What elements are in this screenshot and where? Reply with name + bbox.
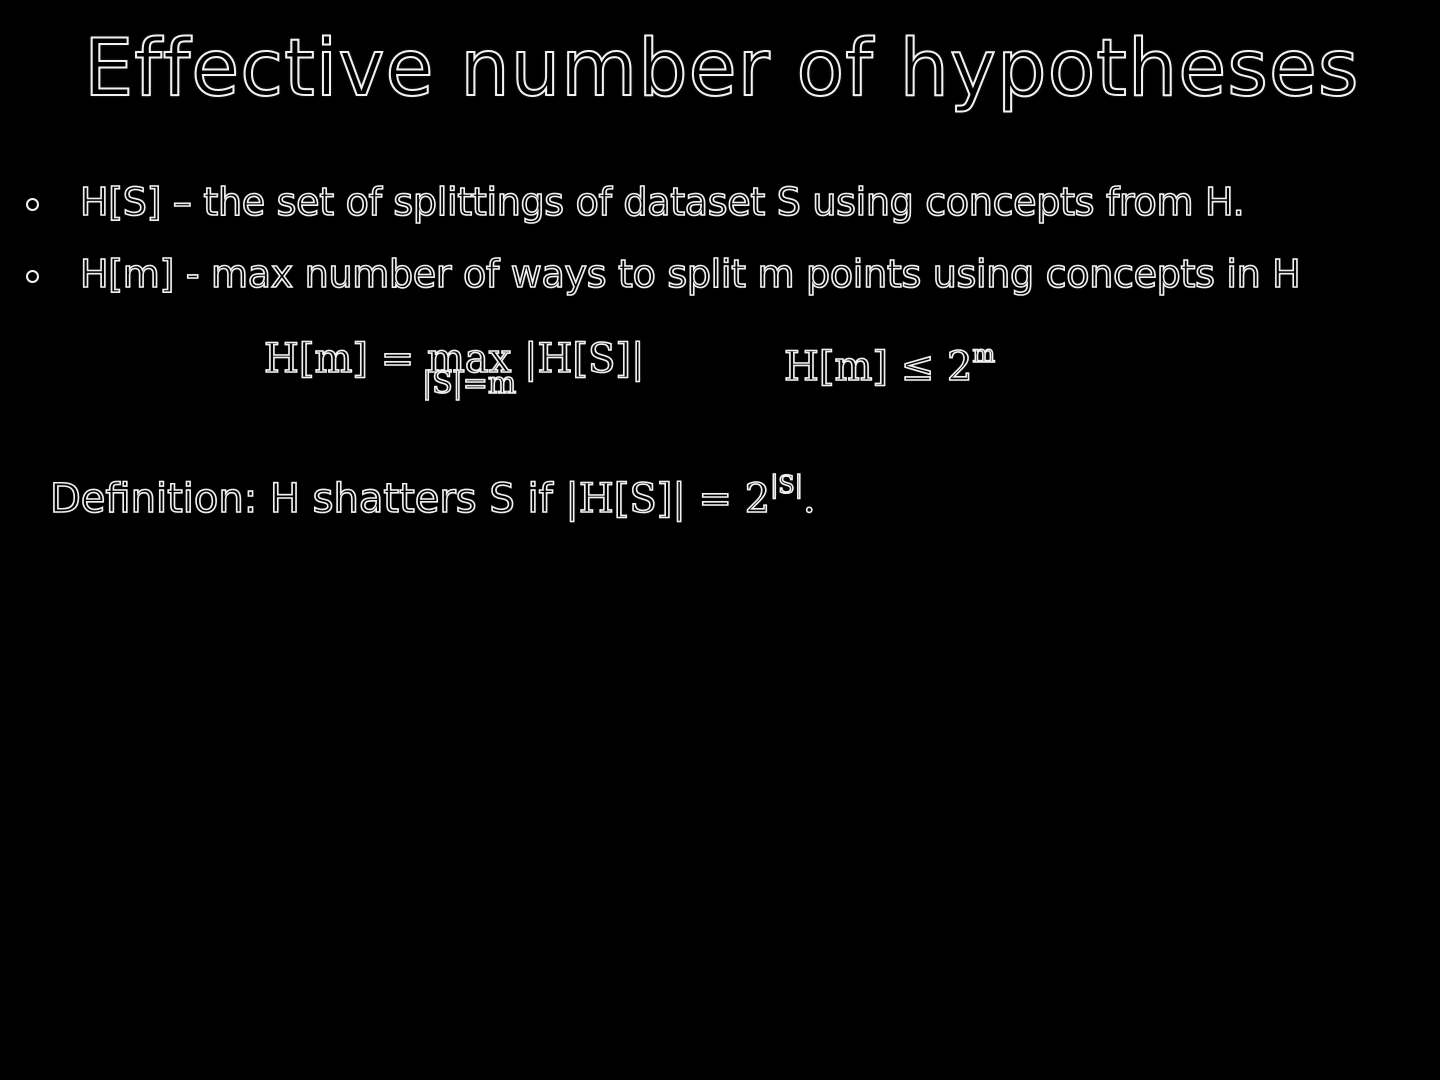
slide-title: Effective number of hypotheses <box>83 23 1360 115</box>
slide: Effective number of hypotheses H[S] – th… <box>0 0 1440 1080</box>
definition-math: |H[S]| = 2 <box>565 475 771 523</box>
bullet-text-1: H[S] – the set of splittings of dataset … <box>79 179 1245 225</box>
formula-bound: H[m] ≤ 2m <box>783 341 996 391</box>
bullet-dot-icon <box>26 270 39 283</box>
bullet-text-2: H[m] - max number of ways to split m poi… <box>79 251 1301 297</box>
formula-bound-exponent: m <box>972 340 996 368</box>
formula-max: H[m] = max |S|=m |H[S]| <box>263 335 645 402</box>
formula-max-rhs: |H[S]| <box>523 335 645 383</box>
definition-text: Definition: H shatters S if <box>49 475 553 523</box>
formula-max-lhs: H[m] = <box>263 335 415 383</box>
formula-max-operator: max |S|=m <box>421 335 517 402</box>
definition: Definition: H shatters S if |H[S]| = 2|S… <box>49 472 816 523</box>
definition-exponent: |S| <box>769 470 803 499</box>
bullet-item-2: H[m] - max number of ways to split m poi… <box>0 251 1440 302</box>
formula-max-subscript: |S|=m <box>421 365 517 402</box>
formula-bound-lhs: H[m] ≤ 2 <box>783 343 973 391</box>
definition-end: . <box>802 475 816 523</box>
bullet-item-1: H[S] – the set of splittings of dataset … <box>0 179 1440 230</box>
bullet-dot-icon <box>26 198 39 211</box>
